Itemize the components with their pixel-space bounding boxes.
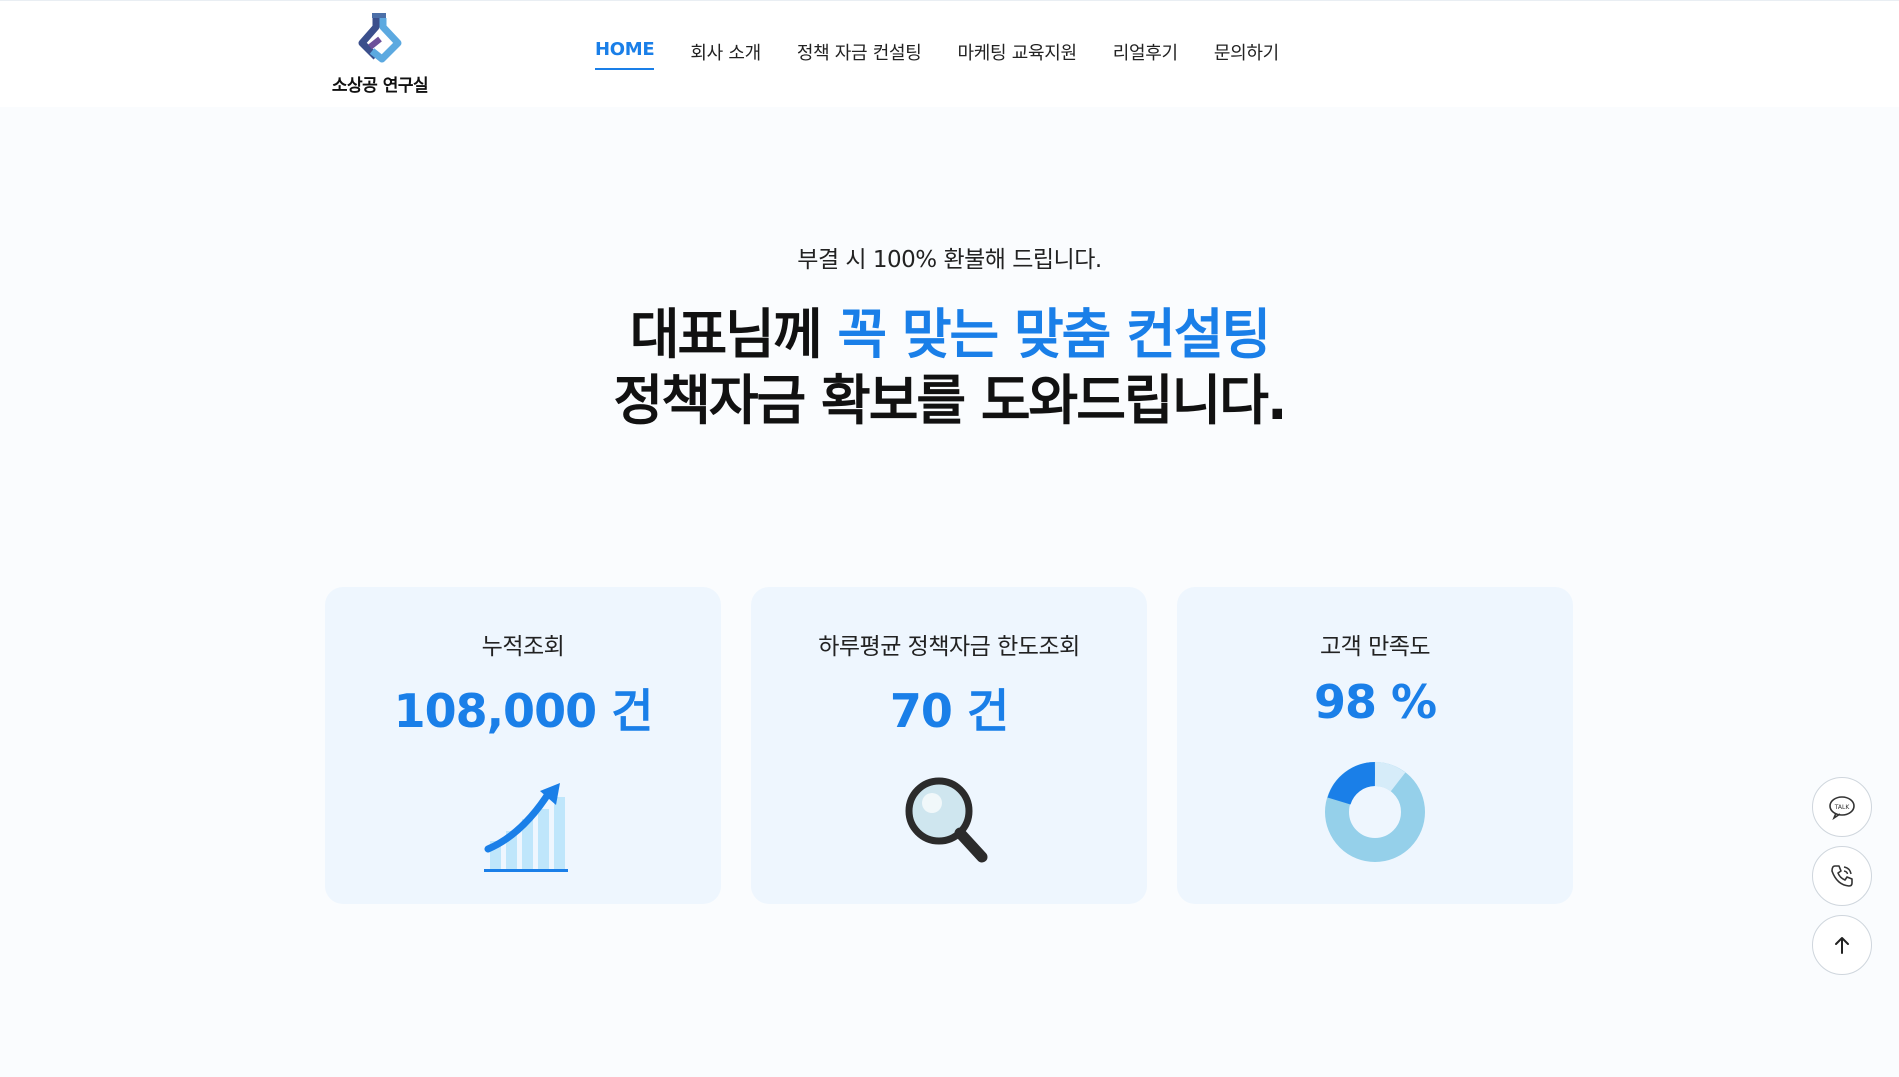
stat-card-satisfaction: 고객 만족도 98 % [1177,587,1573,904]
hero-section: 부결 시 100% 환불해 드립니다. 대표님께 꼭 맞는 맞춤 컨설팅 정책자… [0,240,1899,434]
stat-label: 누적조회 [481,634,565,660]
nav-item-policy-consulting[interactable]: 정책 자금 컨설팅 [797,39,922,73]
growth-chart-icon [484,783,568,872]
stat-value: 98 % [1313,675,1437,729]
stat-card-daily: 하루평균 정책자금 한도조회 70 건 [751,587,1147,904]
kakao-talk-button[interactable]: TALK [1812,777,1872,837]
logo[interactable]: 소상공 연구실 [320,11,440,99]
logo-text: 소상공 연구실 [331,76,429,96]
stat-label: 고객 만족도 [1319,634,1431,660]
hero-title-prefix: 대표님께 [629,303,838,366]
hero-title: 대표님께 꼭 맞는 맞춤 컨설팅 정책자금 확보를 도와드립니다. [0,302,1899,434]
kakao-talk-icon: TALK [1829,796,1855,820]
logo-icon [358,13,402,63]
stat-value: 108,000 건 [393,684,654,738]
stat-label: 하루평균 정책자금 한도조회 [818,634,1080,660]
scroll-top-button[interactable] [1812,915,1872,975]
stat-card-cumulative: 누적조회 108,000 건 [325,587,721,904]
magnifier-icon [905,777,988,863]
hero-subtitle: 부결 시 100% 환불해 드립니다. [797,247,1102,273]
hero-title-line2: 정책자금 확보를 도와드립니다. [613,369,1288,432]
phone-icon [1831,865,1853,887]
nav-item-reviews[interactable]: 리얼후기 [1113,39,1178,73]
nav-item-contact[interactable]: 문의하기 [1214,39,1279,73]
nav-item-home[interactable]: HOME [595,39,655,70]
stat-value: 70 건 [889,684,1009,738]
donut-chart-icon [1325,762,1425,862]
call-button[interactable] [1812,846,1872,906]
arrow-up-icon [1835,937,1849,954]
talk-label: TALK [1834,804,1851,811]
site-header: 소상공 연구실 HOME 회사 소개 정책 자금 컨설팅 마케팅 교육지원 리얼… [0,0,1899,107]
nav-item-marketing[interactable]: 마케팅 교육지원 [958,39,1078,73]
main-nav: HOME 회사 소개 정책 자금 컨설팅 마케팅 교육지원 리얼후기 문의하기 [595,39,1279,73]
stats-cards: 누적조회 108,000 건 하루평균 정책자금 한도조회 70 건 고객 만족… [325,587,1573,904]
hero-title-accent: 꼭 맞는 맞춤 컨설팅 [837,303,1271,366]
nav-item-about[interactable]: 회사 소개 [690,39,761,73]
